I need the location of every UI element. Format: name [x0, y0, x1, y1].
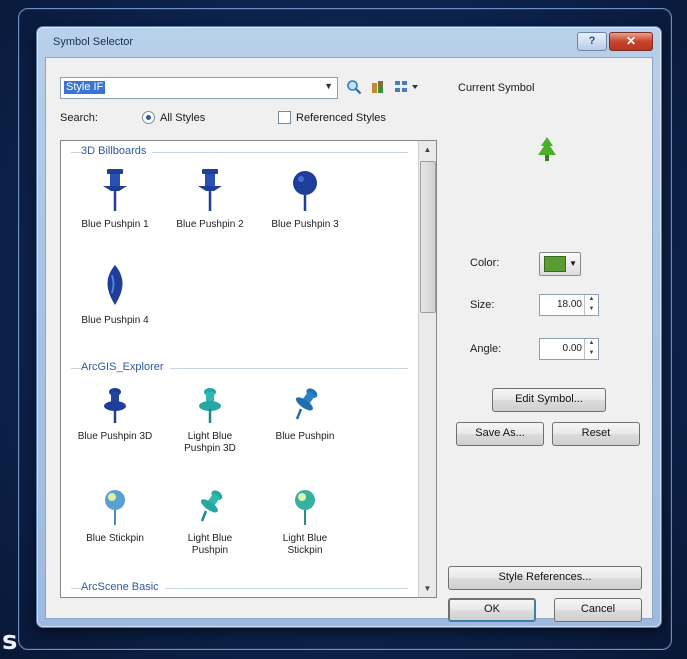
help-button[interactable]: ? — [577, 32, 607, 51]
stickpin-icon — [105, 490, 125, 525]
pushpin-3d-icon — [199, 388, 221, 423]
ok-button[interactable]: OK — [448, 598, 536, 622]
symbol-label: Blue Pushpin 3D — [77, 431, 153, 442]
scroll-down-icon[interactable]: ▼ — [419, 580, 436, 597]
round-pin-icon — [293, 171, 317, 211]
scroll-up-icon[interactable]: ▲ — [419, 141, 436, 158]
symbol-label: Blue Pushpin — [275, 431, 335, 442]
radio-indicator — [142, 111, 155, 124]
symbol-label: Blue Pushpin 4 — [81, 315, 149, 326]
symbol-label: Blue Pushpin 2 — [176, 219, 244, 230]
dialog-client-area: Style IF ▼ Current Symbol Search: All St… — [45, 57, 653, 622]
style-combo-value: Style IF — [64, 81, 106, 94]
search-label: Search: — [60, 112, 98, 124]
size-value: 18.00 — [556, 299, 582, 310]
save-as-button[interactable]: Save As... — [456, 422, 544, 446]
view-mode-icon[interactable] — [394, 79, 420, 95]
tree-icon — [538, 137, 556, 161]
symbol-item[interactable]: Blue Pushpin 3 — [257, 167, 353, 231]
spin-down-icon[interactable]: ▼ — [585, 305, 598, 315]
symbol-item[interactable]: Blue Pushpin 2 — [162, 167, 258, 231]
all-styles-radio[interactable]: All Styles — [142, 111, 205, 124]
group-header-3d-billboards: 3D Billboards — [81, 145, 153, 157]
pushpin-icon — [198, 169, 222, 211]
corner-glyph: s — [2, 626, 18, 656]
size-spinner[interactable]: 18.00 ▲ ▼ — [539, 294, 599, 316]
spin-down-icon[interactable]: ▼ — [585, 349, 598, 359]
symbol-item[interactable]: Blue Pushpin 4 — [67, 263, 163, 327]
symbol-item[interactable]: Blue Stickpin — [67, 487, 163, 545]
vertical-scrollbar[interactable]: ▲ ▼ — [418, 141, 436, 597]
symbol-list[interactable]: 3D Billboards Blue Pushpin 1 Blue Pushpi… — [60, 140, 437, 598]
scrollbar-thumb[interactable] — [420, 161, 436, 313]
group-header-arcscene-basic: ArcScene Basic — [81, 581, 165, 593]
symbol-item[interactable]: Light Blue Pushpin 3D — [162, 385, 258, 455]
symbol-label: Blue Pushpin 3 — [271, 219, 339, 230]
symbol-item[interactable]: Light Blue Pushpin — [162, 487, 258, 557]
symbol-label: Light Blue Pushpin 3D — [184, 431, 236, 454]
pushpin-icon — [103, 169, 127, 211]
search-icon[interactable] — [346, 79, 362, 95]
pushpin-3d-icon — [104, 388, 126, 423]
symbol-label: Blue Pushpin 1 — [81, 219, 149, 230]
referenced-styles-label: Referenced Styles — [296, 111, 386, 124]
angle-spinner[interactable]: 0.00 ▲ ▼ — [539, 338, 599, 360]
spin-up-icon[interactable]: ▲ — [585, 295, 598, 305]
symbol-item[interactable]: Blue Pushpin — [257, 385, 353, 443]
chevron-down-icon: ▼ — [569, 259, 577, 268]
current-symbol-label: Current Symbol — [458, 82, 535, 94]
teardrop-pin-icon — [107, 265, 123, 305]
edit-symbol-button[interactable]: Edit Symbol... — [492, 388, 606, 412]
angle-spin-buttons[interactable]: ▲ ▼ — [584, 339, 598, 359]
size-label: Size: — [470, 299, 495, 311]
all-styles-label: All Styles — [160, 111, 206, 124]
style-manager-icon[interactable] — [370, 79, 386, 95]
symbol-label: Blue Stickpin — [86, 533, 144, 544]
symbol-item[interactable]: Blue Pushpin 1 — [67, 167, 163, 231]
color-picker-button[interactable]: ▼ — [539, 252, 581, 276]
symbol-selector-dialog: Symbol Selector ? ✕ Style IF ▼ Current S… — [36, 26, 662, 628]
chevron-down-icon: ▼ — [324, 81, 333, 91]
angle-value: 0.00 — [562, 343, 582, 354]
tilted-pushpin-icon — [200, 490, 223, 522]
style-combo[interactable]: Style IF ▼ — [60, 77, 338, 99]
angle-label: Angle: — [470, 343, 502, 355]
spin-up-icon[interactable]: ▲ — [585, 339, 598, 349]
group-header-arcgis-explorer: ArcGIS_Explorer — [81, 361, 170, 373]
size-spin-buttons[interactable]: ▲ ▼ — [584, 295, 598, 315]
symbol-label: Light Blue Stickpin — [282, 533, 328, 556]
tilted-pushpin-icon — [295, 388, 318, 420]
color-swatch — [544, 256, 566, 272]
symbol-item[interactable]: Light Blue Stickpin — [257, 487, 353, 557]
symbol-label: Light Blue Pushpin — [187, 533, 233, 556]
stickpin-icon — [295, 490, 315, 525]
color-label: Color: — [470, 257, 500, 269]
reset-button[interactable]: Reset — [552, 422, 640, 446]
cancel-button[interactable]: Cancel — [554, 598, 642, 622]
close-button[interactable]: ✕ — [609, 32, 653, 51]
title-bar[interactable]: Symbol Selector ? ✕ — [37, 27, 661, 55]
referenced-styles-checkbox[interactable]: Referenced Styles — [278, 111, 386, 124]
symbol-item[interactable]: Blue Pushpin 3D — [67, 385, 163, 443]
style-references-button[interactable]: Style References... — [448, 566, 642, 590]
checkbox-indicator — [278, 111, 291, 124]
window-title: Symbol Selector — [53, 36, 134, 48]
